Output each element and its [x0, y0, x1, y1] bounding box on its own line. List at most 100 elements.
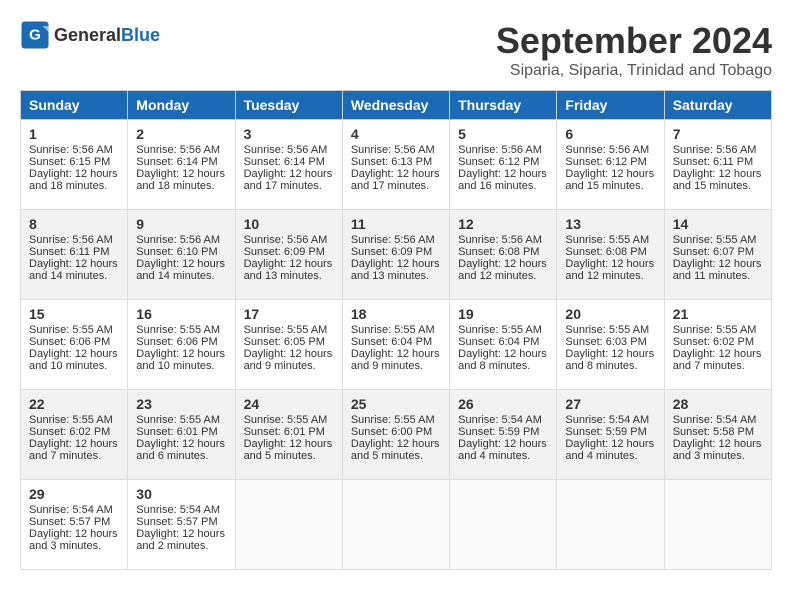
sunrise: Sunrise: 5:55 AM	[351, 414, 435, 426]
sunset: Sunset: 6:14 PM	[136, 156, 217, 168]
month-title: September 2024	[496, 20, 772, 62]
daylight-label: Daylight: 12 hours and 18 minutes.	[29, 168, 118, 192]
day-number: 11	[351, 216, 441, 232]
sunset: Sunset: 6:02 PM	[29, 426, 110, 438]
sunrise: Sunrise: 5:56 AM	[244, 144, 328, 156]
week-row-3: 15Sunrise: 5:55 AMSunset: 6:06 PMDayligh…	[21, 300, 772, 390]
week-row-4: 22Sunrise: 5:55 AMSunset: 6:02 PMDayligh…	[21, 390, 772, 480]
sunset: Sunset: 6:04 PM	[351, 336, 432, 348]
day-cell: 7Sunrise: 5:56 AMSunset: 6:11 PMDaylight…	[664, 120, 771, 210]
header-row: SundayMondayTuesdayWednesdayThursdayFrid…	[21, 91, 772, 120]
sunset: Sunset: 6:10 PM	[136, 246, 217, 258]
day-cell: 3Sunrise: 5:56 AMSunset: 6:14 PMDaylight…	[235, 120, 342, 210]
header-cell-wednesday: Wednesday	[342, 91, 449, 120]
sunset: Sunset: 5:57 PM	[29, 516, 110, 528]
sunrise: Sunrise: 5:55 AM	[351, 324, 435, 336]
day-number: 18	[351, 306, 441, 322]
sunrise: Sunrise: 5:56 AM	[565, 144, 649, 156]
daylight-label: Daylight: 12 hours and 16 minutes.	[458, 168, 547, 192]
day-number: 7	[673, 126, 763, 142]
day-number: 22	[29, 396, 119, 412]
sunset: Sunset: 6:11 PM	[673, 156, 754, 168]
daylight-label: Daylight: 12 hours and 4 minutes.	[458, 438, 547, 462]
daylight-label: Daylight: 12 hours and 2 minutes.	[136, 528, 225, 552]
day-cell: 23Sunrise: 5:55 AMSunset: 6:01 PMDayligh…	[128, 390, 235, 480]
day-cell: 24Sunrise: 5:55 AMSunset: 6:01 PMDayligh…	[235, 390, 342, 480]
week-row-5: 29 Sunrise: 5:54 AM Sunset: 5:57 PM Dayligh…	[21, 480, 772, 570]
sunrise: Sunrise: 5:56 AM	[136, 234, 220, 246]
sunset: Sunset: 6:02 PM	[673, 336, 754, 348]
logo-icon: G	[20, 20, 50, 50]
day-cell: 18Sunrise: 5:55 AMSunset: 6:04 PMDayligh…	[342, 300, 449, 390]
day-cell: 11Sunrise: 5:56 AMSunset: 6:09 PMDayligh…	[342, 210, 449, 300]
day-cell: 1Sunrise: 5:56 AMSunset: 6:15 PMDaylight…	[21, 120, 128, 210]
sunset: Sunset: 6:09 PM	[244, 246, 325, 258]
sunrise: Sunrise: 5:55 AM	[673, 324, 757, 336]
day-number: 16	[136, 306, 226, 322]
sunset: Sunset: 6:12 PM	[458, 156, 539, 168]
daylight-label: Daylight: 12 hours and 10 minutes.	[29, 348, 118, 372]
day-cell: 5 Sunrise: 5:56 AMSunset: 6:12 PMDaylight…	[450, 120, 557, 210]
sunrise: Sunrise: 5:54 AM	[136, 504, 220, 516]
day-number: 2	[136, 126, 226, 142]
day-cell: 16Sunrise: 5:55 AMSunset: 6:06 PMDayligh…	[128, 300, 235, 390]
header-cell-tuesday: Tuesday	[235, 91, 342, 120]
sunrise: Sunrise: 5:54 AM	[458, 414, 542, 426]
day-cell: 15 Sunrise: 5:55 AMSunset: 6:06 PMDayligh…	[21, 300, 128, 390]
sunrise: Sunrise: 5:56 AM	[136, 144, 220, 156]
daylight-label: Daylight: 12 hours and 7 minutes.	[29, 438, 118, 462]
sunset: Sunset: 6:04 PM	[458, 336, 539, 348]
daylight-label: Daylight: 12 hours and 13 minutes.	[244, 258, 333, 282]
sunrise: Sunrise: 5:55 AM	[244, 414, 328, 426]
day-cell: 28Sunrise: 5:54 AMSunset: 5:58 PMDayligh…	[664, 390, 771, 480]
sunset: Sunset: 6:13 PM	[351, 156, 432, 168]
sunset: Sunset: 6:06 PM	[29, 336, 110, 348]
sunset: Sunset: 6:06 PM	[136, 336, 217, 348]
day-number: 4	[351, 126, 441, 142]
day-number: 5	[458, 126, 548, 142]
day-number: 26	[458, 396, 548, 412]
page-header: G GeneralBlue September 2024 Siparia, Si…	[20, 20, 772, 80]
day-cell: 14Sunrise: 5:55 AMSunset: 6:07 PMDayligh…	[664, 210, 771, 300]
daylight-label: Daylight: 12 hours and 11 minutes.	[673, 258, 762, 282]
day-cell: 22Sunrise: 5:55 AMSunset: 6:02 PMDayligh…	[21, 390, 128, 480]
day-number: 14	[673, 216, 763, 232]
day-number: 23	[136, 396, 226, 412]
header-cell-sunday: Sunday	[21, 91, 128, 120]
sunrise: Sunrise: 5:55 AM	[29, 324, 113, 336]
day-number: 25	[351, 396, 441, 412]
sunset: Sunset: 6:12 PM	[565, 156, 646, 168]
sunrise: Sunrise: 5:54 AM	[673, 414, 757, 426]
sunset: Sunset: 5:58 PM	[673, 426, 754, 438]
header-cell-thursday: Thursday	[450, 91, 557, 120]
day-cell: 4Sunrise: 5:56 AMSunset: 6:13 PMDaylight…	[342, 120, 449, 210]
daylight-label: Daylight: 12 hours and 10 minutes.	[136, 348, 225, 372]
day-cell: 12Sunrise: 5:56 AMSunset: 6:08 PMDayligh…	[450, 210, 557, 300]
day-number: 24	[244, 396, 334, 412]
daylight-label: Daylight: 12 hours and 5 minutes.	[351, 438, 440, 462]
calendar-table: SundayMondayTuesdayWednesdayThursdayFrid…	[20, 90, 772, 570]
sunrise: Sunrise: 5:54 AM	[565, 414, 649, 426]
day-cell: 2Sunrise: 5:56 AMSunset: 6:14 PMDaylight…	[128, 120, 235, 210]
sunrise: Sunrise: 5:55 AM	[458, 324, 542, 336]
daylight-label: Daylight: 12 hours and 4 minutes.	[565, 438, 654, 462]
sunset: Sunset: 6:09 PM	[351, 246, 432, 258]
day-number: 29	[29, 486, 119, 502]
day-cell	[235, 480, 342, 570]
day-cell: 9Sunrise: 5:56 AMSunset: 6:10 PMDaylight…	[128, 210, 235, 300]
day-number: 1	[29, 126, 119, 142]
day-cell	[664, 480, 771, 570]
sunrise: Sunrise: 5:56 AM	[458, 144, 542, 156]
daylight-label: Daylight: 12 hours and 15 minutes.	[565, 168, 654, 192]
day-cell: 8Sunrise: 5:56 AMSunset: 6:11 PMDaylight…	[21, 210, 128, 300]
day-cell: 26Sunrise: 5:54 AMSunset: 5:59 PMDayligh…	[450, 390, 557, 480]
day-number: 19	[458, 306, 548, 322]
day-cell: 30Sunrise: 5:54 AMSunset: 5:57 PMDayligh…	[128, 480, 235, 570]
daylight-label: Daylight: 12 hours and 15 minutes.	[673, 168, 762, 192]
day-number: 15	[29, 306, 119, 322]
day-cell	[557, 480, 664, 570]
daylight-label: Daylight: 12 hours and 3 minutes.	[673, 438, 762, 462]
daylight-label: Daylight: 12 hours and 6 minutes.	[136, 438, 225, 462]
daylight-label: Daylight: 12 hours and 12 minutes.	[458, 258, 547, 282]
sunset: Sunset: 6:01 PM	[244, 426, 325, 438]
